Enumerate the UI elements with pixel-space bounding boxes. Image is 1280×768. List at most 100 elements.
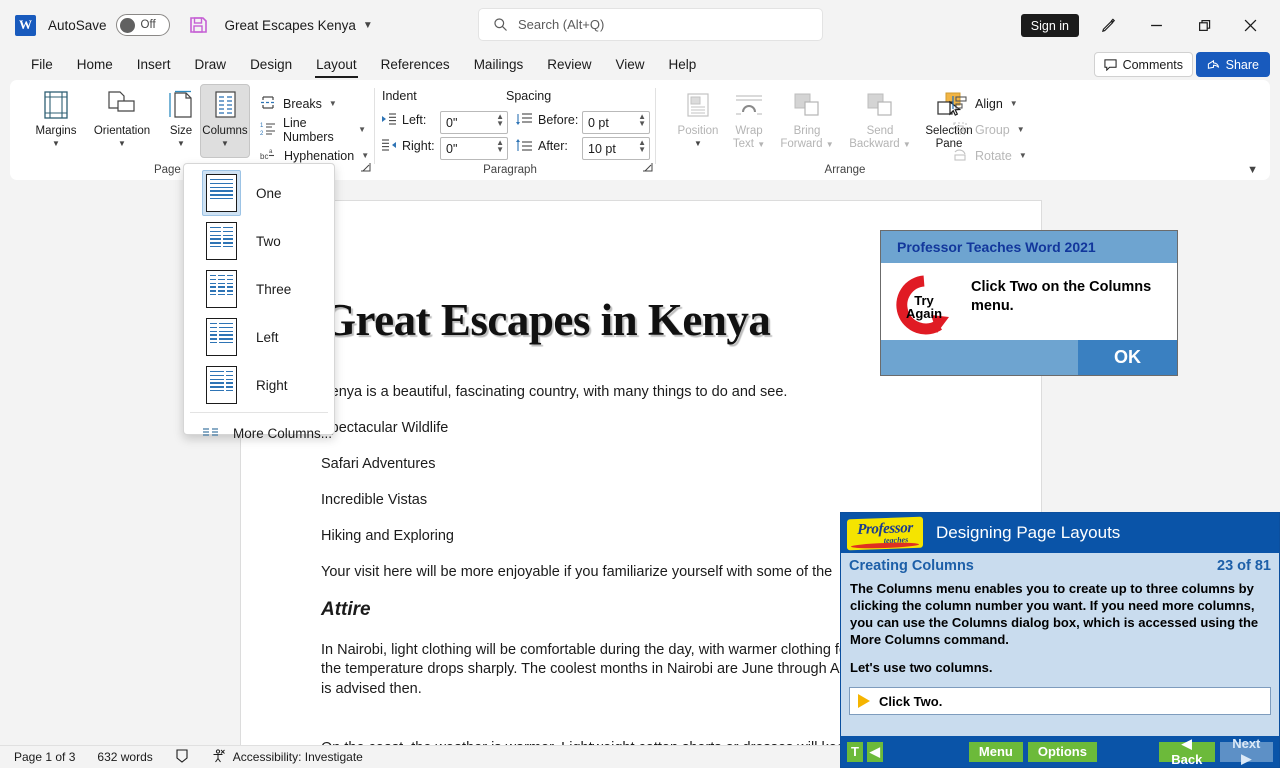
hyphenation-chevron-down-icon: ▼ — [361, 151, 369, 160]
back-button[interactable]: ◀ Back — [1159, 742, 1215, 762]
send-backward-button[interactable]: SendBackward ▼ — [842, 85, 918, 157]
restore-button[interactable] — [1186, 10, 1222, 40]
send-backward-label: SendBackward ▼ — [849, 125, 911, 151]
spacing-before-label: Before: — [538, 113, 578, 127]
position-icon — [684, 89, 712, 121]
next-button[interactable]: Next ▶ — [1220, 742, 1273, 762]
margins-icon — [41, 89, 71, 121]
columns-menu-label-one: One — [256, 186, 282, 201]
tab-draw[interactable]: Draw — [183, 54, 239, 76]
play-arrow-icon — [858, 694, 870, 708]
sign-in-button[interactable]: Sign in — [1021, 14, 1079, 37]
autosave-state-label: Off — [141, 19, 156, 31]
pen-icon[interactable] — [1090, 10, 1126, 40]
spacing-after-icon — [516, 139, 533, 158]
margins-button[interactable]: Margins ▼ — [24, 85, 88, 157]
orientation-button[interactable]: Orientation ▼ — [86, 85, 158, 157]
close-button[interactable] — [1232, 10, 1268, 40]
size-button[interactable]: Size ▼ — [158, 85, 204, 157]
word-count[interactable]: 632 words — [97, 750, 152, 764]
bring-forward-button[interactable]: BringForward ▼ — [772, 85, 842, 157]
document-heading-2: Attire — [321, 599, 371, 621]
line-numbers-icon: 1 2 — [260, 121, 276, 139]
page-setup-dialog-launcher[interactable] — [360, 162, 374, 176]
spacing-after-input[interactable]: 10 pt ▲▼ — [582, 137, 650, 160]
indent-left-stepper[interactable]: ▲▼ — [496, 113, 504, 127]
columns-menu-item-three[interactable]: Three — [184, 265, 334, 313]
search-icon — [493, 17, 508, 32]
hyphenation-label: Hyphenation — [284, 149, 354, 163]
wrap-text-label: WrapText ▼ — [733, 125, 765, 151]
autosave-toggle[interactable]: Off — [116, 14, 170, 36]
share-label: Share — [1226, 58, 1259, 72]
tab-mailings[interactable]: Mailings — [462, 54, 536, 76]
proofing-icon[interactable] — [175, 749, 189, 766]
tab-layout[interactable]: Layout — [304, 54, 369, 76]
share-icon — [1207, 58, 1220, 71]
tutorial-action-box: Click Two. — [849, 687, 1271, 715]
columns-button[interactable]: Columns ▼ — [200, 84, 250, 158]
line-numbers-button[interactable]: 1 2 Line Numbers ▼ — [256, 117, 370, 142]
breaks-button[interactable]: Breaks ▼ — [256, 91, 341, 116]
comments-button[interactable]: Comments — [1094, 52, 1193, 77]
ok-button[interactable]: OK — [1078, 340, 1177, 375]
indent-right-input[interactable]: 0" ▲▼ — [440, 137, 508, 160]
tab-design[interactable]: Design — [238, 54, 304, 76]
columns-thumb-right-icon — [206, 366, 237, 404]
orientation-icon — [106, 89, 138, 121]
try-again-dialog-message: Click Two on the Columns menu. — [971, 275, 1163, 315]
search-placeholder: Search (Alt+Q) — [518, 17, 604, 32]
document-title[interactable]: Great Escapes Kenya — [225, 18, 356, 33]
accessibility-status[interactable]: Accessibility: Investigate — [211, 749, 363, 766]
indent-right-icon — [382, 139, 397, 158]
tab-help[interactable]: Help — [657, 54, 709, 76]
spacing-after-label: After: — [538, 139, 568, 153]
page-count[interactable]: Page 1 of 3 — [14, 750, 75, 764]
ribbon-group-arrange: Position ▼ WrapText ▼ — [660, 80, 1030, 180]
line-numbers-label: Line Numbers — [283, 116, 351, 144]
tutorial-panel: Professor teaches Designing Page Layouts… — [840, 512, 1280, 768]
tutorial-body-paragraph-2: Let's use two columns. — [850, 660, 1270, 677]
spacing-before-input[interactable]: 0 pt ▲▼ — [582, 111, 650, 134]
share-button[interactable]: Share — [1196, 52, 1270, 77]
columns-menu-item-two[interactable]: Two — [184, 217, 334, 265]
save-icon[interactable] — [188, 15, 208, 35]
svg-text:bc: bc — [260, 152, 268, 161]
tab-view[interactable]: View — [603, 54, 656, 76]
wrap-text-button[interactable]: WrapText ▼ — [726, 85, 772, 157]
document-title-chevron-down-icon[interactable]: ▼ — [363, 20, 373, 31]
align-button[interactable]: Align ▼ — [948, 91, 1022, 116]
try-again-icon: Try Again — [891, 275, 957, 337]
professor-teaches-logo-icon: Professor teaches — [847, 516, 923, 550]
spacing-after-stepper[interactable]: ▲▼ — [638, 139, 646, 153]
ribbon-collapse-chevron-down-icon[interactable]: ▼ — [1247, 164, 1258, 176]
tab-review[interactable]: Review — [535, 54, 603, 76]
bring-forward-label: BringForward ▼ — [780, 125, 833, 151]
indent-right-stepper[interactable]: ▲▼ — [496, 139, 504, 153]
paragraph-dialog-launcher[interactable] — [642, 162, 656, 176]
tab-references[interactable]: References — [369, 54, 462, 76]
spacing-before-icon — [516, 113, 533, 132]
tab-file[interactable]: File — [19, 54, 65, 76]
minimize-button[interactable] — [1138, 10, 1174, 40]
search-input[interactable]: Search (Alt+Q) — [478, 8, 823, 41]
options-button[interactable]: Options — [1028, 742, 1097, 762]
columns-dropdown-menu[interactable]: One Two Three — [183, 163, 335, 435]
tab-insert[interactable]: Insert — [125, 54, 183, 76]
word-application-window: W AutoSave Off Great Escapes Kenya ▼ Sea… — [0, 0, 1280, 768]
line-numbers-chevron-down-icon: ▼ — [358, 125, 366, 134]
text-mode-button[interactable]: T — [847, 742, 863, 762]
columns-menu-item-one[interactable]: One — [184, 169, 334, 217]
spacing-before-stepper[interactable]: ▲▼ — [638, 113, 646, 127]
accessibility-icon — [211, 749, 226, 766]
menu-button[interactable]: Menu — [969, 742, 1023, 762]
position-button[interactable]: Position ▼ — [668, 85, 728, 157]
columns-menu-item-right[interactable]: Right — [184, 361, 334, 409]
columns-menu-more-columns[interactable]: More Columns... — [184, 416, 334, 450]
indent-left-input[interactable]: 0" ▲▼ — [440, 111, 508, 134]
columns-menu-item-left[interactable]: Left — [184, 313, 334, 361]
previous-step-button[interactable]: ◀ — [867, 742, 883, 762]
group-button[interactable]: Group ▼ — [948, 117, 1029, 142]
breaks-chevron-down-icon: ▼ — [329, 99, 337, 108]
tab-home[interactable]: Home — [65, 54, 125, 76]
